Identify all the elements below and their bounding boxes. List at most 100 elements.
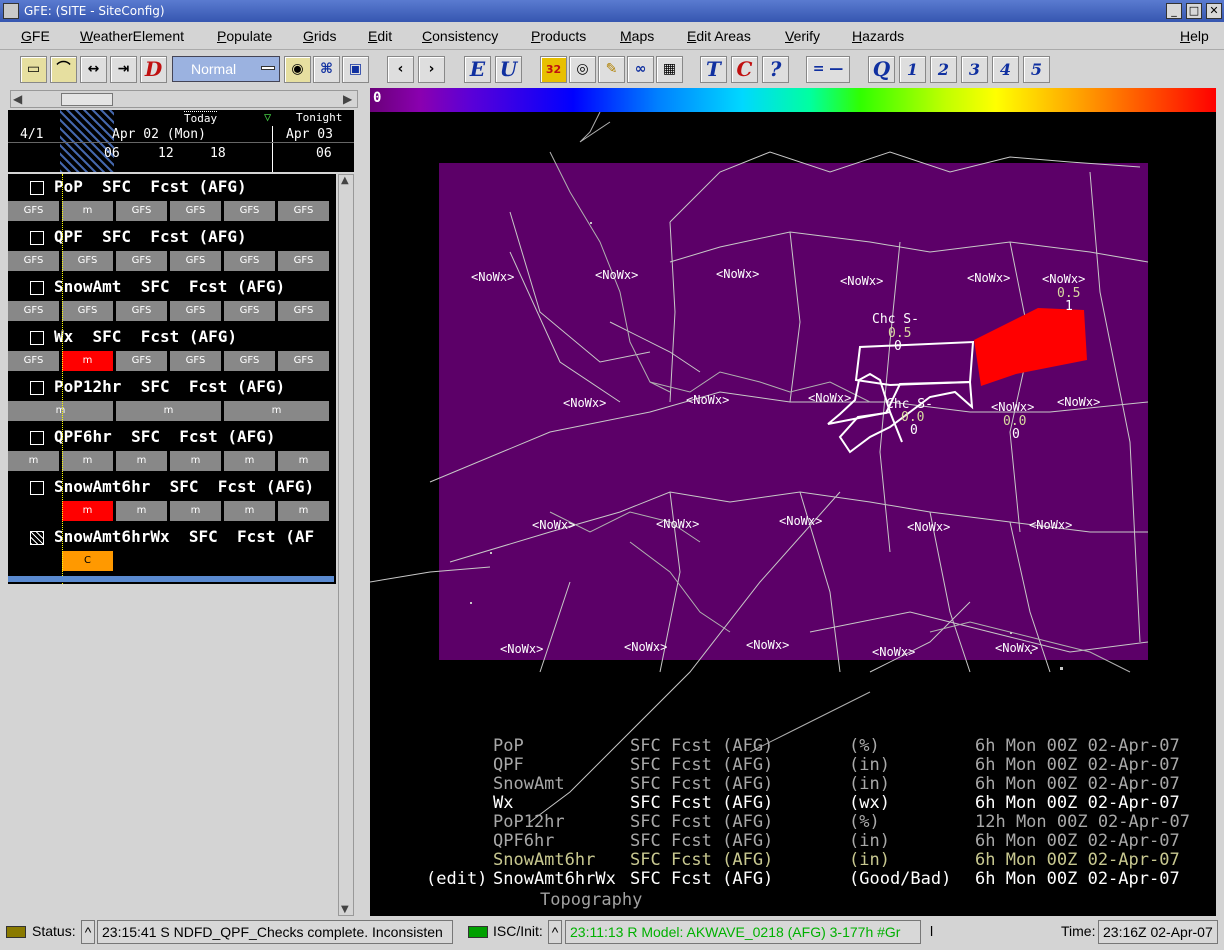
- grid-box[interactable]: GFS: [8, 201, 59, 221]
- spatial-editor-map[interactable]: <NoWx> <NoWx> <NoWx> <NoWx> <NoWx> <NoWx…: [370, 112, 1216, 916]
- isc-message[interactable]: 23:11:13 R Model: AKWAVE_0218 (AFG) 3-17…: [565, 920, 921, 944]
- menu-consistency[interactable]: Consistency: [422, 28, 498, 44]
- menu-maps[interactable]: Maps: [620, 28, 654, 44]
- scroll-thumb[interactable]: [61, 93, 113, 106]
- button-u[interactable]: U: [495, 56, 522, 83]
- grid-box[interactable]: GFS: [224, 201, 275, 221]
- grid-box[interactable]: C: [62, 551, 113, 571]
- grid-box[interactable]: GFS: [224, 301, 275, 321]
- legend-row[interactable]: (edit) SnowAmt6hrWx SFC Fcst (AFG) (Good/Ba…: [370, 869, 1216, 889]
- scroll-left-icon[interactable]: ◀: [13, 92, 22, 106]
- grid-box[interactable]: GFS: [278, 351, 329, 371]
- scroll-up-icon[interactable]: ▲: [341, 175, 349, 186]
- button-2[interactable]: 2: [930, 56, 957, 83]
- button-3[interactable]: 3: [961, 56, 988, 83]
- grid-box[interactable]: GFS: [278, 251, 329, 271]
- grid-box[interactable]: GFS: [278, 301, 329, 321]
- menu-gfe[interactable]: GFE: [21, 28, 50, 44]
- legend-row[interactable]: PoP SFC Fcst (AFG) (%) 6h Mon 00Z 02-Apr-07: [370, 736, 1216, 756]
- legend-row[interactable]: SnowAmt6hr SFC Fcst (AFG) (in) 6h Mon 00Z 0…: [370, 850, 1216, 870]
- menu-weatherelement[interactable]: WeatherElement: [80, 28, 184, 44]
- vertical-scrollbar[interactable]: ▲ ▼: [338, 174, 354, 916]
- menu-help[interactable]: Help: [1180, 28, 1209, 44]
- grid-box[interactable]: [8, 501, 59, 521]
- grid-checkbox[interactable]: [30, 181, 44, 195]
- grid-checkbox[interactable]: [30, 531, 44, 545]
- grid-row-pop[interactable]: PoP SFC Fcst (AFG) GFS m GFS GFS GFS GFS: [8, 174, 336, 224]
- grid-box[interactable]: GFS: [224, 251, 275, 271]
- grid-box[interactable]: GFS: [62, 251, 113, 271]
- menu-populate[interactable]: Populate: [217, 28, 272, 44]
- menu-edit-areas[interactable]: Edit Areas: [687, 28, 751, 44]
- grid-box[interactable]: m: [62, 351, 113, 371]
- grid-box[interactable]: GFS: [116, 201, 167, 221]
- grid-row-snowamt6hr[interactable]: SnowAmt6hr SFC Fcst (AFG) m m m m m: [8, 474, 336, 524]
- step-back-icon[interactable]: ‹: [387, 56, 414, 83]
- pixel-button[interactable]: 32: [540, 56, 567, 83]
- button-1[interactable]: 1: [899, 56, 926, 83]
- grid-box[interactable]: m: [62, 201, 113, 221]
- grid-box[interactable]: GFS: [224, 351, 275, 371]
- grid-box[interactable]: m: [8, 451, 59, 471]
- grid-box[interactable]: GFS: [62, 301, 113, 321]
- legend-row[interactable]: PoP12hr SFC Fcst (AFG) (%) 12h Mon 00Z 02-A…: [370, 812, 1216, 832]
- equals-button[interactable]: = —: [806, 56, 850, 83]
- button-help[interactable]: ?: [762, 56, 789, 83]
- lasso-icon[interactable]: ∞: [627, 56, 654, 83]
- grid-box[interactable]: GFS: [278, 201, 329, 221]
- grid-row-qpf6hr[interactable]: QPF6hr SFC Fcst (AFG) m m m m m m: [8, 424, 336, 474]
- grid-box[interactable]: m: [62, 501, 113, 521]
- grid-box[interactable]: m: [278, 451, 329, 471]
- grid-box[interactable]: GFS: [170, 251, 221, 271]
- scroll-right-icon[interactable]: ▶: [343, 92, 352, 106]
- eye-icon[interactable]: ◉: [284, 56, 311, 83]
- button-e[interactable]: E: [464, 56, 491, 83]
- grid-checkbox[interactable]: [30, 231, 44, 245]
- isc-history-icon[interactable]: ^: [548, 920, 562, 944]
- button-c[interactable]: C: [731, 56, 758, 83]
- grid-row-pop12hr[interactable]: PoP12hr SFC Fcst (AFG) m m m: [8, 374, 336, 424]
- maximize-icon[interactable]: □: [1186, 3, 1202, 19]
- grid-box[interactable]: m: [116, 401, 221, 421]
- grid-row-snowamt[interactable]: SnowAmt SFC Fcst (AFG) GFS GFS GFS GFS G…: [8, 274, 336, 324]
- legend-row[interactable]: QPF6hr SFC Fcst (AFG) (in) 6h Mon 00Z 02-Ap…: [370, 831, 1216, 851]
- grid-icon[interactable]: ▦: [656, 56, 683, 83]
- grid-box[interactable]: GFS: [116, 251, 167, 271]
- grid-box[interactable]: m: [224, 401, 329, 421]
- minimize-icon[interactable]: _: [1166, 3, 1182, 19]
- grid-row-qpf[interactable]: QPF SFC Fcst (AFG) GFS GFS GFS GFS GFS G…: [8, 224, 336, 274]
- grid-box[interactable]: GFS: [170, 351, 221, 371]
- step-forward-icon[interactable]: ›: [418, 56, 445, 83]
- legend-row[interactable]: SnowAmt SFC Fcst (AFG) (in) 6h Mon 00Z 02-A…: [370, 774, 1216, 794]
- grid-box[interactable]: GFS: [8, 251, 59, 271]
- grid-box[interactable]: GFS: [8, 351, 59, 371]
- button-4[interactable]: 4: [992, 56, 1019, 83]
- status-message[interactable]: 23:15:41 S NDFD_QPF_Checks complete. Inc…: [97, 920, 453, 944]
- menu-verify[interactable]: Verify: [785, 28, 820, 44]
- grid-box[interactable]: m: [224, 501, 275, 521]
- button-t[interactable]: T: [700, 56, 727, 83]
- target-icon[interactable]: ◎: [569, 56, 596, 83]
- grid-box[interactable]: m: [224, 451, 275, 471]
- grid-checkbox[interactable]: [30, 281, 44, 295]
- grid-checkbox[interactable]: [30, 481, 44, 495]
- grid-box[interactable]: m: [116, 451, 167, 471]
- grid-row-snowamt6hrwx[interactable]: SnowAmt6hrWx SFC Fcst (AF C: [8, 524, 336, 574]
- menu-hazards[interactable]: Hazards: [852, 28, 904, 44]
- color-bar[interactable]: 0: [370, 88, 1216, 112]
- menu-grids[interactable]: Grids: [303, 28, 336, 44]
- grid-checkbox[interactable]: [30, 381, 44, 395]
- button-q[interactable]: Q: [868, 56, 895, 83]
- sample-icon[interactable]: ⌘: [313, 56, 340, 83]
- menu-products[interactable]: Products: [531, 28, 586, 44]
- grid-checkbox[interactable]: [30, 331, 44, 345]
- save-icon[interactable]: ▣: [342, 56, 369, 83]
- grid-box[interactable]: GFS: [116, 351, 167, 371]
- legend-row[interactable]: Wx SFC Fcst (AFG) (wx) 6h Mon 00Z 02-Apr-07: [370, 793, 1216, 813]
- grid-checkbox[interactable]: [30, 431, 44, 445]
- legend-row[interactable]: QPF SFC Fcst (AFG) (in) 6h Mon 00Z 02-Apr-0…: [370, 755, 1216, 775]
- grid-box[interactable]: m: [170, 451, 221, 471]
- scroll-down-icon[interactable]: ▼: [341, 904, 349, 915]
- menu-edit[interactable]: Edit: [368, 28, 392, 44]
- grid-box[interactable]: GFS: [170, 301, 221, 321]
